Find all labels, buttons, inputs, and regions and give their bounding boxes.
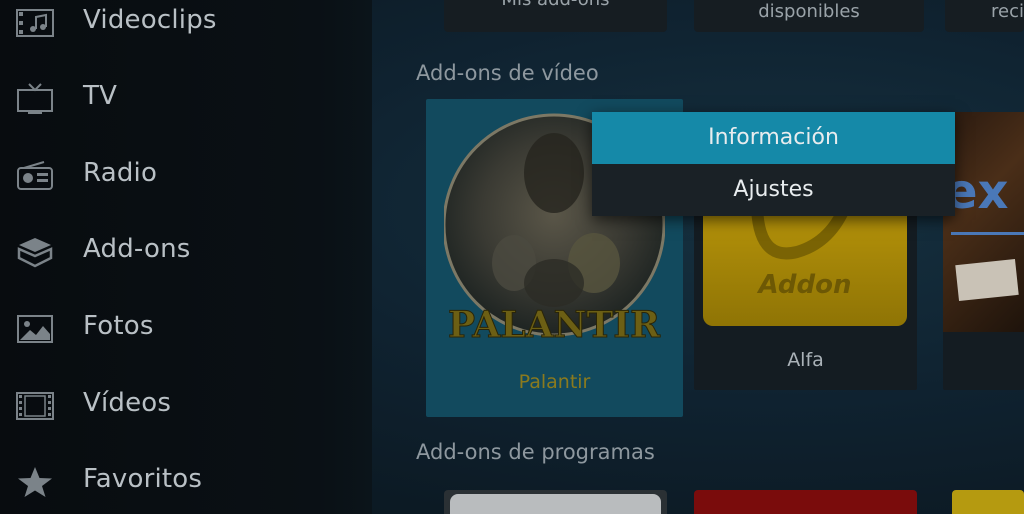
- sidebar: Videoclips TV Radio Add-ons Fotos Vídeos: [0, 0, 372, 514]
- sidebar-item-label: Videoclips: [83, 5, 217, 35]
- sidebar-item-addons[interactable]: Add-ons: [0, 222, 372, 282]
- sidebar-item-favoritos[interactable]: Favoritos: [0, 452, 372, 512]
- top-tile-available[interactable]: disponibles: [694, 0, 924, 32]
- sidebar-item-label: Vídeos: [83, 388, 172, 418]
- box-icon: [16, 236, 54, 268]
- top-tile-label: Mis add-ons: [501, 0, 609, 10]
- star-icon: [16, 466, 54, 498]
- film-icon: [16, 390, 54, 422]
- third-addon-poster: ex: [943, 112, 1024, 332]
- program-addon-tile-2[interactable]: [694, 490, 917, 514]
- addon-tile-third[interactable]: ex: [943, 112, 1024, 390]
- program-addon-tile-3[interactable]: [952, 490, 1024, 514]
- top-tile-label: disponibles: [758, 1, 860, 22]
- menu-item-informacion[interactable]: Información: [592, 112, 955, 164]
- sidebar-item-label: Radio: [83, 158, 158, 188]
- sidebar-item-radio[interactable]: Radio: [0, 146, 372, 206]
- top-tile-label: reci: [991, 1, 1024, 22]
- sidebar-item-label: TV: [83, 81, 118, 111]
- sidebar-item-fotos[interactable]: Fotos: [0, 299, 372, 359]
- sidebar-item-label: Add-ons: [83, 234, 191, 264]
- sidebar-item-videoclips[interactable]: Videoclips: [0, 0, 372, 53]
- section-title-program-addons: Add-ons de programas: [416, 440, 655, 464]
- alfa-logo-text: Addon: [758, 270, 852, 300]
- top-tile-my-addons[interactable]: Mis add-ons: [444, 0, 667, 32]
- section-title-video-addons: Add-ons de vídeo: [416, 61, 599, 85]
- addon-name: Alfa: [787, 349, 824, 371]
- addon-name: Palantir: [518, 371, 591, 393]
- sidebar-item-label: Fotos: [83, 311, 154, 341]
- program-addon-tile-1[interactable]: [444, 490, 667, 514]
- radio-icon: [16, 160, 54, 192]
- sidebar-item-label: Favoritos: [83, 464, 203, 494]
- alfa-logo: Addon: [703, 199, 907, 326]
- sidebar-item-videos[interactable]: Vídeos: [0, 376, 372, 436]
- tv-icon: [16, 83, 54, 115]
- sidebar-item-tv[interactable]: TV: [0, 69, 372, 129]
- menu-item-ajustes[interactable]: Ajustes: [592, 164, 955, 216]
- top-tile-recent[interactable]: reci: [945, 0, 1024, 32]
- music-video-icon: [16, 7, 54, 39]
- photo-icon: [16, 313, 54, 345]
- palantir-logo-text: PALANTIR: [448, 304, 661, 346]
- context-menu: Información Ajustes: [592, 112, 955, 216]
